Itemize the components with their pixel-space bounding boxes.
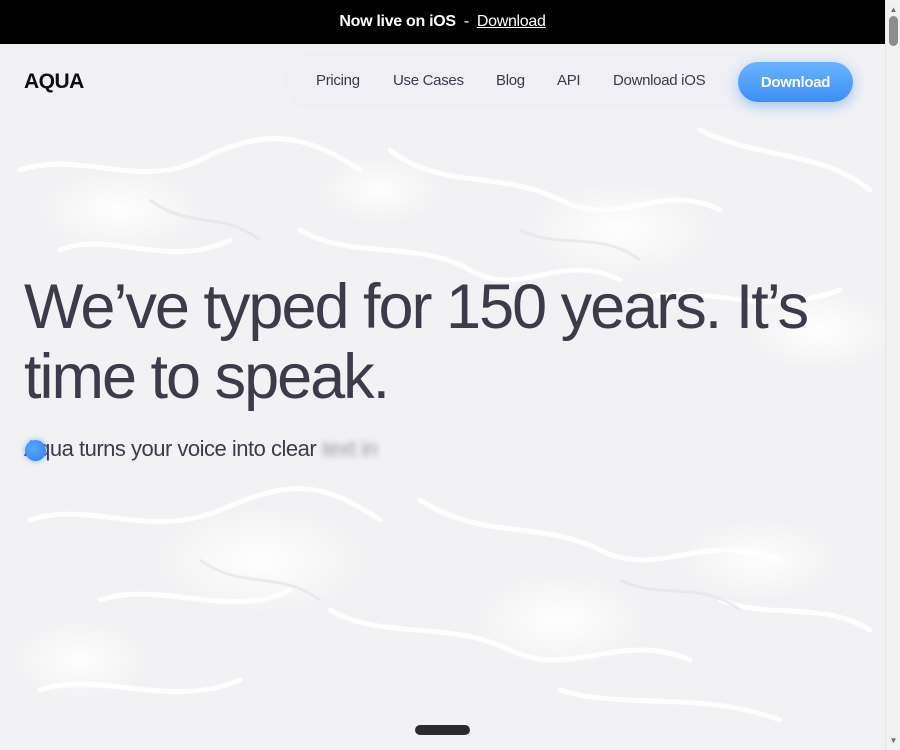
nav-use-cases[interactable]: Use Cases xyxy=(393,72,464,89)
announcement-text: Now live on iOS xyxy=(339,13,456,30)
hero-title: We’ve typed for 150 years. It’s time to … xyxy=(24,272,809,412)
hero-subtitle: Aqua turns your voice into clear text in xyxy=(24,436,378,462)
bottom-handle[interactable] xyxy=(415,725,470,735)
mic-dot-icon[interactable] xyxy=(25,440,46,461)
hero-subtitle-text: Aqua turns your voice into clear xyxy=(24,436,317,461)
chevron-up-icon[interactable]: ▲ xyxy=(886,2,900,17)
viewport: Now live on iOS - Download AQUA Pricing … xyxy=(0,0,885,750)
download-button[interactable]: Download xyxy=(738,62,853,102)
hero-subtitle-blurred: text in xyxy=(322,436,378,461)
chevron-down-icon[interactable]: ▼ xyxy=(886,733,900,748)
nav-download-ios[interactable]: Download iOS xyxy=(613,72,706,89)
nav-blog[interactable]: Blog xyxy=(496,72,525,89)
announcement-download-link[interactable]: Download xyxy=(477,13,546,31)
logo[interactable]: AQUA xyxy=(24,70,84,94)
nav-api[interactable]: API xyxy=(557,72,581,89)
announcement-bar: Now live on iOS - Download xyxy=(0,0,885,44)
nav-pricing[interactable]: Pricing xyxy=(316,72,360,89)
scrollbar-thumb[interactable] xyxy=(889,16,898,46)
announcement-separator: - xyxy=(463,13,469,30)
scrollbar[interactable]: ▲ ▼ xyxy=(885,0,900,750)
